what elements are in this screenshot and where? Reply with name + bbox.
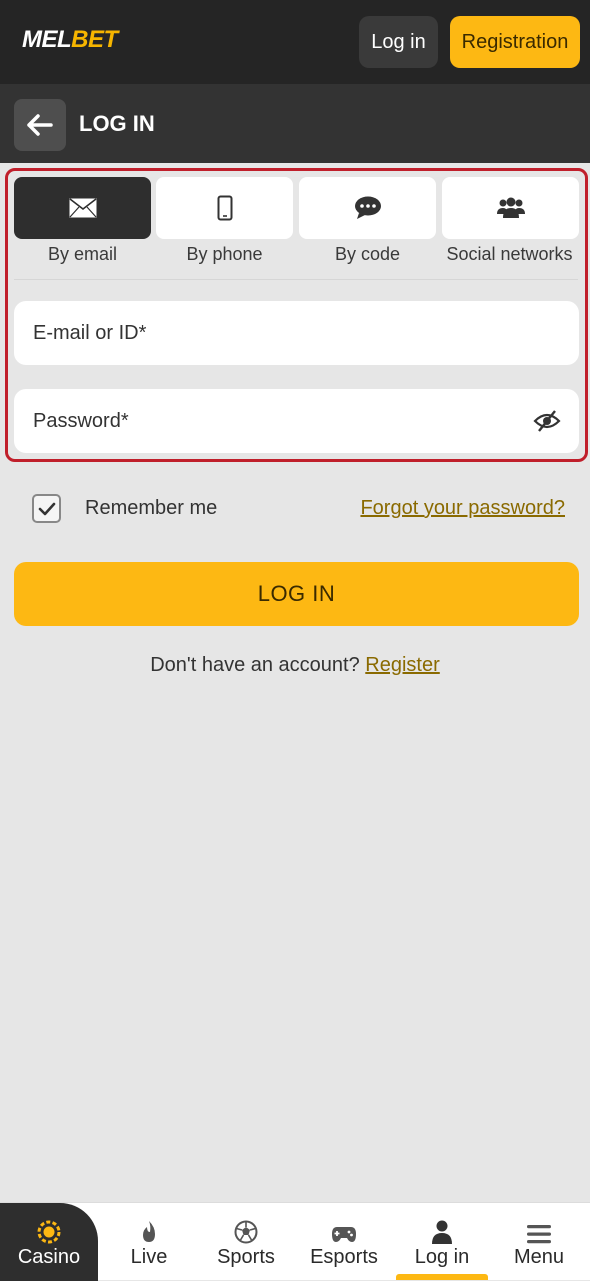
no-account-line: Don't have an account? Register — [0, 654, 590, 677]
page-title: LOG IN — [79, 111, 155, 136]
back-button[interactable] — [14, 99, 66, 151]
nav-live-label: Live — [130, 1245, 168, 1268]
phone-icon — [217, 195, 232, 221]
header-login-button[interactable]: Log in — [359, 16, 438, 68]
arrow-left-icon — [27, 114, 53, 136]
nav-casino-label: Casino — [17, 1245, 81, 1268]
nav-casino[interactable]: Casino — [0, 1203, 98, 1281]
email-field-placeholder: E-mail or ID* — [33, 321, 147, 344]
person-icon — [432, 1220, 452, 1244]
melbet-logo[interactable]: MELBET — [22, 26, 118, 54]
envelope-icon — [69, 198, 96, 218]
tab-label-social-networks[interactable]: Social networks — [438, 244, 581, 265]
nav-login[interactable]: Log in — [393, 1203, 491, 1281]
chat-bubble-icon — [354, 196, 381, 219]
tab-label-by-phone[interactable]: By phone — [153, 244, 296, 265]
register-link[interactable]: Register — [365, 654, 439, 676]
remember-me-label[interactable]: Remember me — [85, 497, 217, 520]
nav-login-label: Log in — [414, 1245, 470, 1268]
casino-chip-icon — [37, 1220, 61, 1243]
nav-esports[interactable]: Esports — [295, 1203, 393, 1281]
header-registration-button[interactable]: Registration — [450, 16, 580, 68]
nav-menu[interactable]: Menu — [490, 1203, 588, 1281]
remember-me-checkbox[interactable] — [32, 494, 61, 523]
top-bar: MELBET Log in Registration — [0, 0, 590, 84]
users-icon — [496, 197, 525, 218]
tab-label-by-email[interactable]: By email — [11, 244, 154, 265]
logo-text-main: MEL — [22, 26, 72, 53]
soccer-ball-icon — [234, 1220, 258, 1243]
tabs-divider — [14, 279, 578, 280]
login-submit-button[interactable]: LOG IN — [14, 562, 579, 626]
nav-sports-label: Sports — [217, 1245, 275, 1268]
no-account-text: Don't have an account? — [150, 654, 360, 676]
gamepad-icon — [332, 1226, 356, 1242]
checkmark-icon — [38, 502, 55, 515]
tab-social-networks[interactable] — [442, 177, 579, 239]
page-header: LOG IN — [0, 84, 590, 163]
logo-text-accent: BET — [71, 26, 118, 53]
nav-live[interactable]: Live — [100, 1203, 198, 1281]
nav-sports[interactable]: Sports — [197, 1203, 295, 1281]
email-field[interactable]: E-mail or ID* — [14, 301, 579, 365]
nav-esports-label: Esports — [310, 1245, 378, 1268]
tab-label-by-code[interactable]: By code — [296, 244, 439, 265]
nav-menu-label: Menu — [513, 1245, 565, 1268]
bottom-navigation: Casino Live Sports Esports Log in Menu — [0, 1202, 590, 1281]
password-field[interactable]: Password* — [14, 389, 579, 453]
tab-by-email[interactable] — [14, 177, 151, 239]
password-field-placeholder: Password* — [33, 409, 129, 432]
eye-hidden-icon[interactable] — [533, 409, 561, 433]
hamburger-icon — [527, 1224, 551, 1243]
nav-active-indicator — [396, 1274, 488, 1280]
tab-by-phone[interactable] — [156, 177, 293, 239]
flame-icon — [143, 1220, 155, 1242]
tab-by-code[interactable] — [299, 177, 436, 239]
forgot-password-link[interactable]: Forgot your password? — [360, 497, 565, 520]
